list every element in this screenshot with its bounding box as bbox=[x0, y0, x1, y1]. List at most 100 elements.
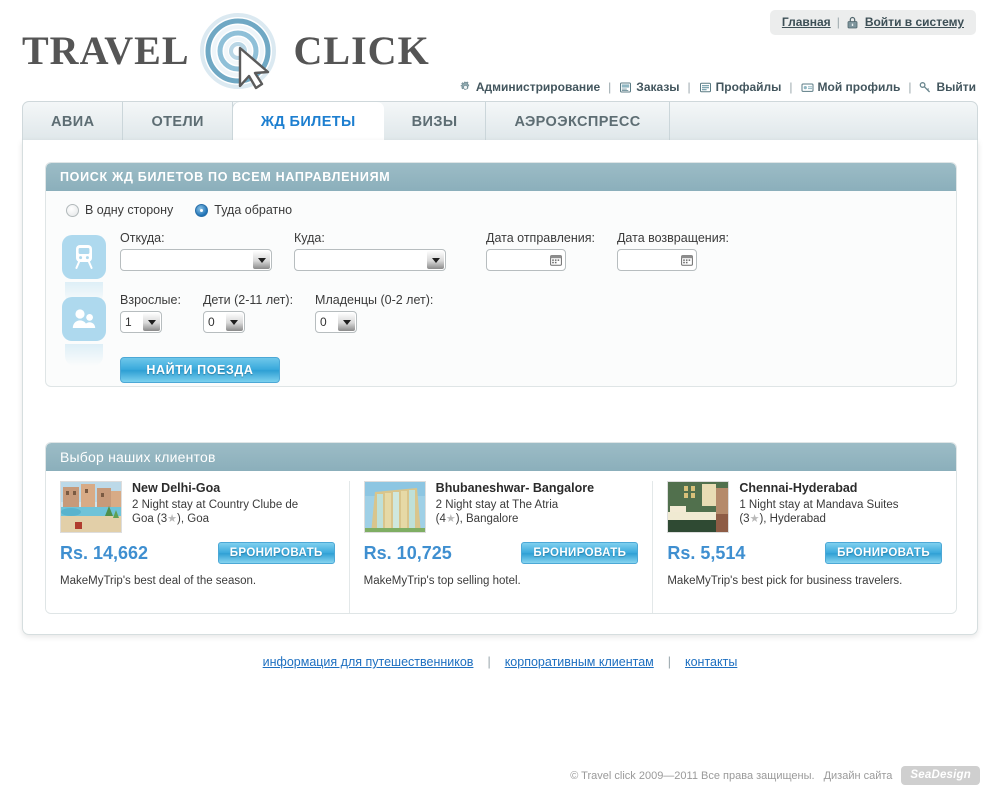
nav-item-logout[interactable]: Выйти bbox=[919, 80, 976, 94]
nav-separator: | bbox=[608, 80, 612, 94]
from-select[interactable] bbox=[120, 249, 272, 271]
deal-desc-line2-post: ), Goa bbox=[177, 513, 210, 525]
tab-avia[interactable]: АВИА bbox=[23, 102, 124, 141]
deal-price-row: Rs. 14,662 БРОНИРОВАТЬ bbox=[60, 542, 335, 564]
radio-round-trip[interactable]: Туда обратно bbox=[195, 203, 292, 217]
deal-title: Bhubaneshwar- Bangalore bbox=[435, 481, 595, 495]
deal-description: 2 Night stay at The Atria (4★), Bangalor… bbox=[436, 498, 639, 526]
profiles-icon bbox=[699, 81, 712, 94]
resort-pool-photo bbox=[60, 481, 122, 533]
return-date-input[interactable] bbox=[616, 249, 697, 271]
login-link[interactable]: Войти в систему bbox=[865, 15, 964, 29]
book-button[interactable]: БРОНИРОВАТЬ bbox=[825, 542, 943, 564]
page-header: TRAVEL CLICK Главная | Войти в систему А… bbox=[0, 0, 1000, 100]
children-select[interactable]: 0 bbox=[202, 311, 245, 333]
radio-one-way[interactable]: В одну сторону bbox=[66, 203, 173, 217]
radio-one-way-indicator[interactable] bbox=[66, 203, 79, 217]
tab-train-tickets[interactable]: ЖД БИЛЕТЫ bbox=[232, 102, 384, 141]
orders-icon bbox=[619, 81, 632, 94]
tab-label: АВИА bbox=[51, 113, 95, 130]
nav-item-orders[interactable]: Заказы bbox=[619, 80, 680, 94]
client-choice-section: Выбор наших клиентов New Delhi-Goa 2 Nig… bbox=[45, 442, 957, 614]
adults-label: Взрослые: bbox=[120, 293, 181, 307]
children-label: Дети (2-11 лет): bbox=[202, 293, 294, 307]
tab-label: ЖД БИЛЕТЫ bbox=[260, 113, 356, 130]
nav-item-administration[interactable]: Администрирование bbox=[459, 80, 600, 94]
depart-date-wrap[interactable] bbox=[486, 249, 566, 271]
children-select-wrap[interactable]: 0 bbox=[202, 311, 245, 333]
deal-price: Rs. 5,514 bbox=[667, 542, 746, 563]
deal-desc-line2-post: ), Hyderabad bbox=[759, 513, 826, 525]
auth-bar: Главная | Войти в систему bbox=[769, 10, 976, 35]
passengers-row-icon-cell bbox=[62, 293, 120, 366]
depart-date-label: Дата отправления: bbox=[486, 231, 595, 245]
field-children: Дети (2-11 лет): 0 bbox=[202, 293, 294, 333]
nav-separator: | bbox=[789, 80, 793, 94]
nav-item-my-profile[interactable]: Мой профиль bbox=[801, 80, 901, 94]
main-tabs: АВИА ОТЕЛИ ЖД БИЛЕТЫ ВИЗЫ АЭРОЭКСПРЕСС bbox=[22, 101, 978, 141]
radio-round-trip-indicator[interactable] bbox=[195, 203, 209, 217]
deal-desc-line1: 1 Night stay at Mandava Suites bbox=[739, 499, 899, 511]
to-select-wrap[interactable] bbox=[294, 249, 446, 271]
trip-type-group: В одну сторону Туда обратно bbox=[62, 203, 940, 217]
train-icon bbox=[62, 235, 106, 304]
hotel-room-photo bbox=[667, 481, 730, 533]
footer-link-traveler-info[interactable]: информация для путешественников bbox=[263, 655, 474, 669]
tab-visas[interactable]: ВИЗЫ bbox=[384, 102, 487, 141]
deal-desc-line2-pre: (3 bbox=[739, 513, 750, 525]
deal-title: New Delhi-Goa bbox=[132, 481, 221, 495]
depart-date-input[interactable] bbox=[486, 249, 566, 271]
copyright-bar: © Travel click 2009—2011 Все права защищ… bbox=[570, 766, 980, 785]
deal-price: Rs. 10,725 bbox=[363, 542, 452, 563]
adults-select[interactable]: 1 bbox=[120, 311, 162, 333]
deal-note: MakeMyTrip's best deal of the season. bbox=[60, 575, 257, 587]
site-logo[interactable]: TRAVEL CLICK bbox=[22, 12, 430, 90]
main-panel: ПОИСК ЖД БИЛЕТОВ ПО ВСЕМ НАПРАВЛЕНИЯМ В … bbox=[22, 140, 978, 635]
star-icon: ★ bbox=[445, 513, 456, 525]
seadesign-logo[interactable]: SeaDesign bbox=[901, 766, 980, 785]
adults-select-wrap[interactable]: 1 bbox=[120, 311, 162, 333]
id-card-icon bbox=[801, 81, 814, 94]
nav-separator: | bbox=[687, 80, 691, 94]
book-button[interactable]: БРОНИРОВАТЬ bbox=[521, 542, 639, 564]
deal-price-row: Rs. 10,725 БРОНИРОВАТЬ bbox=[364, 542, 639, 564]
tabs-filler bbox=[670, 102, 977, 141]
train-search-section: ПОИСК ЖД БИЛЕТОВ ПО ВСЕМ НАПРАВЛЕНИЯМ В … bbox=[45, 162, 957, 387]
nav-label: Мой профиль bbox=[817, 80, 901, 94]
field-from: Откуда: bbox=[120, 231, 272, 271]
deal-price: Rs. 14,662 bbox=[60, 542, 149, 563]
footer-link-corporate-clients[interactable]: корпоративным клиентам bbox=[505, 655, 654, 669]
auth-separator: | bbox=[836, 15, 840, 29]
tab-hotels[interactable]: ОТЕЛИ bbox=[123, 102, 233, 141]
deal-card: Bhubaneshwar- Bangalore 2 Night stay at … bbox=[350, 481, 654, 613]
tab-label: ОТЕЛИ bbox=[151, 113, 204, 130]
passengers-row: Взрослые: 1 Дети (2-11 лет): 0 Младенцы … bbox=[62, 293, 940, 366]
from-label: Откуда: bbox=[120, 231, 165, 245]
search-section-title: ПОИСК ЖД БИЛЕТОВ ПО ВСЕМ НАПРАВЛЕНИЯМ bbox=[46, 163, 956, 191]
book-button[interactable]: БРОНИРОВАТЬ bbox=[217, 542, 335, 564]
field-infants: Младенцы (0-2 лет): 0 bbox=[315, 293, 433, 333]
tab-aeroexpress[interactable]: АЭРОЭКСПРЕСС bbox=[486, 102, 670, 141]
footer-separator: | bbox=[487, 655, 491, 669]
admin-nav: Администрирование | Заказы | Профайлы | … bbox=[459, 80, 976, 94]
infants-select-wrap[interactable]: 0 bbox=[315, 311, 358, 333]
nav-separator: | bbox=[908, 80, 912, 94]
find-trains-button[interactable]: НАЙТИ ПОЕЗДА bbox=[120, 357, 280, 383]
deals-section-title: Выбор наших клиентов bbox=[46, 443, 956, 471]
infants-select[interactable]: 0 bbox=[315, 311, 358, 333]
gear-icon bbox=[459, 81, 472, 94]
from-select-wrap[interactable] bbox=[120, 249, 272, 271]
return-date-label: Дата возвращения: bbox=[616, 231, 729, 245]
design-by-label: Дизайн сайта bbox=[823, 769, 893, 782]
deal-desc-line2-post: ), Bangalore bbox=[455, 513, 519, 525]
home-link[interactable]: Главная bbox=[782, 15, 831, 29]
field-return-date: Дата возвращения: bbox=[616, 231, 729, 271]
deal-title: Chennai-Hyderabad bbox=[739, 481, 858, 495]
search-form: В одну сторону Туда обратно Откуда: Куда… bbox=[46, 191, 956, 386]
deal-info: Bhubaneshwar- Bangalore 2 Night stay at … bbox=[436, 481, 639, 533]
return-date-wrap[interactable] bbox=[616, 249, 697, 271]
to-select[interactable] bbox=[294, 249, 446, 271]
deal-desc-line2-pre: (4 bbox=[435, 513, 446, 525]
nav-item-profiles[interactable]: Профайлы bbox=[699, 80, 781, 94]
footer-link-contacts[interactable]: контакты bbox=[685, 655, 737, 669]
